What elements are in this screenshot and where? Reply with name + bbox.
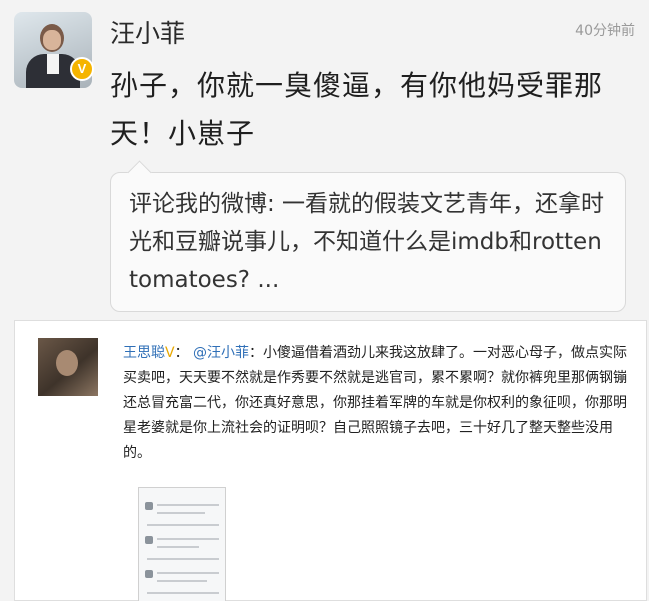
avatar-face (43, 30, 61, 50)
post-username[interactable]: 汪小菲 (110, 14, 185, 50)
avatar-shirt (47, 54, 59, 74)
thumb-line (157, 580, 207, 582)
thumb-avatar-3 (145, 570, 153, 578)
thumb-line (157, 572, 219, 574)
thumb-line (157, 512, 205, 514)
thumb-line (157, 538, 219, 540)
embedded-thumbnail-image (138, 487, 226, 601)
embedded-username: 王思聪 (123, 345, 165, 361)
thumb-avatar-1 (145, 502, 153, 510)
embedded-post-text: 王思聪V： @汪小菲：小傻逼借着酒劲儿来我这放肆了。一对恶心母子，做点实际买卖吧… (123, 345, 628, 461)
thumb-line (157, 504, 219, 506)
embedded-screenshot: 王思聪V： @汪小菲：小傻逼借着酒劲儿来我这放肆了。一对恶心母子，做点实际买卖吧… (14, 320, 647, 601)
verified-badge-icon: V (70, 57, 94, 81)
post-timestamp: 40分钟前 (575, 23, 635, 39)
embedded-mention: @汪小菲 (193, 345, 250, 361)
embedded-avatar (38, 338, 98, 396)
embedded-verified-icon: V (165, 345, 175, 361)
thumb-line (147, 592, 219, 594)
thumb-line (157, 546, 199, 548)
weibo-post: V 汪小菲 40分钟前 孙子，你就一臭傻逼，有你他妈受罪那天！小崽子 评论我的微… (0, 0, 649, 601)
thumb-line (147, 524, 219, 526)
repost-quote-box[interactable]: 评论我的微博: 一看就的假装文艺青年，还拿时光和豆瓣说事儿，不知道什么是imdb… (110, 172, 626, 312)
thumb-line (147, 558, 219, 560)
post-content: 孙子，你就一臭傻逼，有你他妈受罪那天！小崽子 (110, 69, 604, 150)
thumb-avatar-2 (145, 536, 153, 544)
repost-text: 评论我的微博: 一看就的假装文艺青年，还拿时光和豆瓣说事儿，不知道什么是imdb… (129, 191, 605, 293)
embedded-avatar-face (56, 350, 78, 376)
embedded-body-text: 小傻逼借着酒劲儿来我这放肆了。一对恶心母子，做点实际买卖吧，天天要不然就是作秀要… (123, 345, 628, 461)
